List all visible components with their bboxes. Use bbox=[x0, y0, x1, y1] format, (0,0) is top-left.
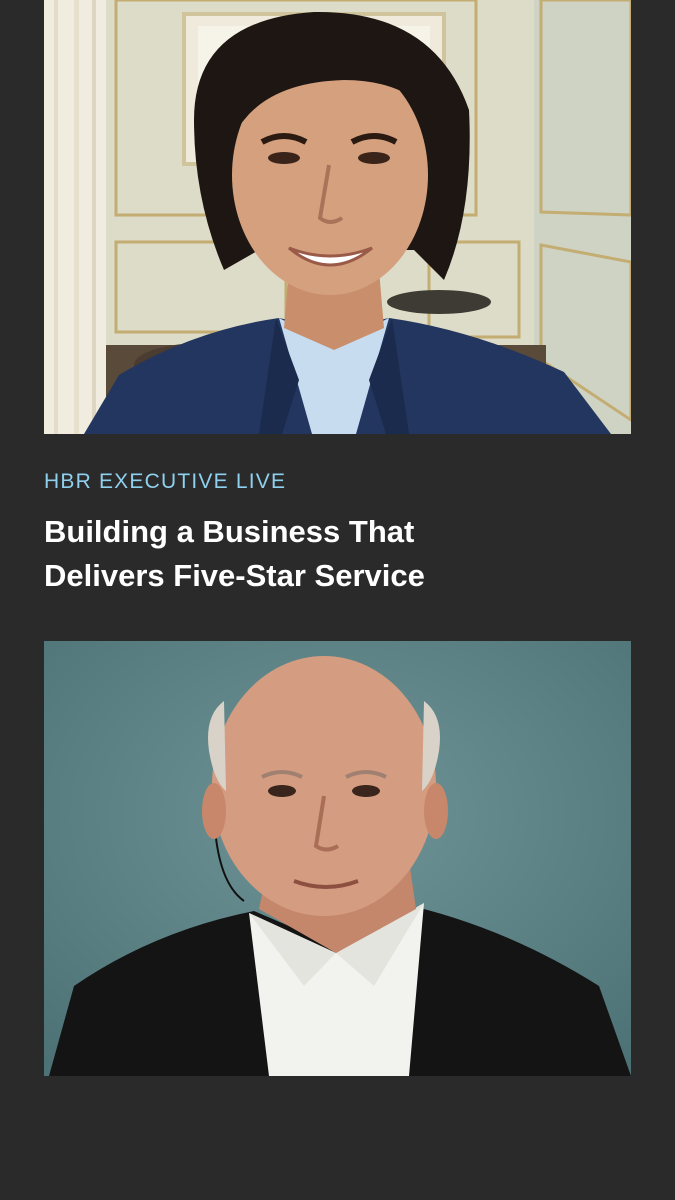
participant-video-bottom bbox=[44, 641, 631, 1076]
participant-video-top bbox=[44, 0, 631, 434]
participant-photo-top bbox=[44, 0, 631, 434]
participant-photo-bottom bbox=[44, 641, 631, 1076]
series-label: HBR EXECUTIVE LIVE bbox=[44, 470, 287, 493]
episode-title: Building a Business That Delivers Five-S… bbox=[44, 510, 644, 598]
episode-title-line-2: Delivers Five-Star Service bbox=[44, 558, 425, 593]
episode-title-line-1: Building a Business That bbox=[44, 514, 415, 549]
